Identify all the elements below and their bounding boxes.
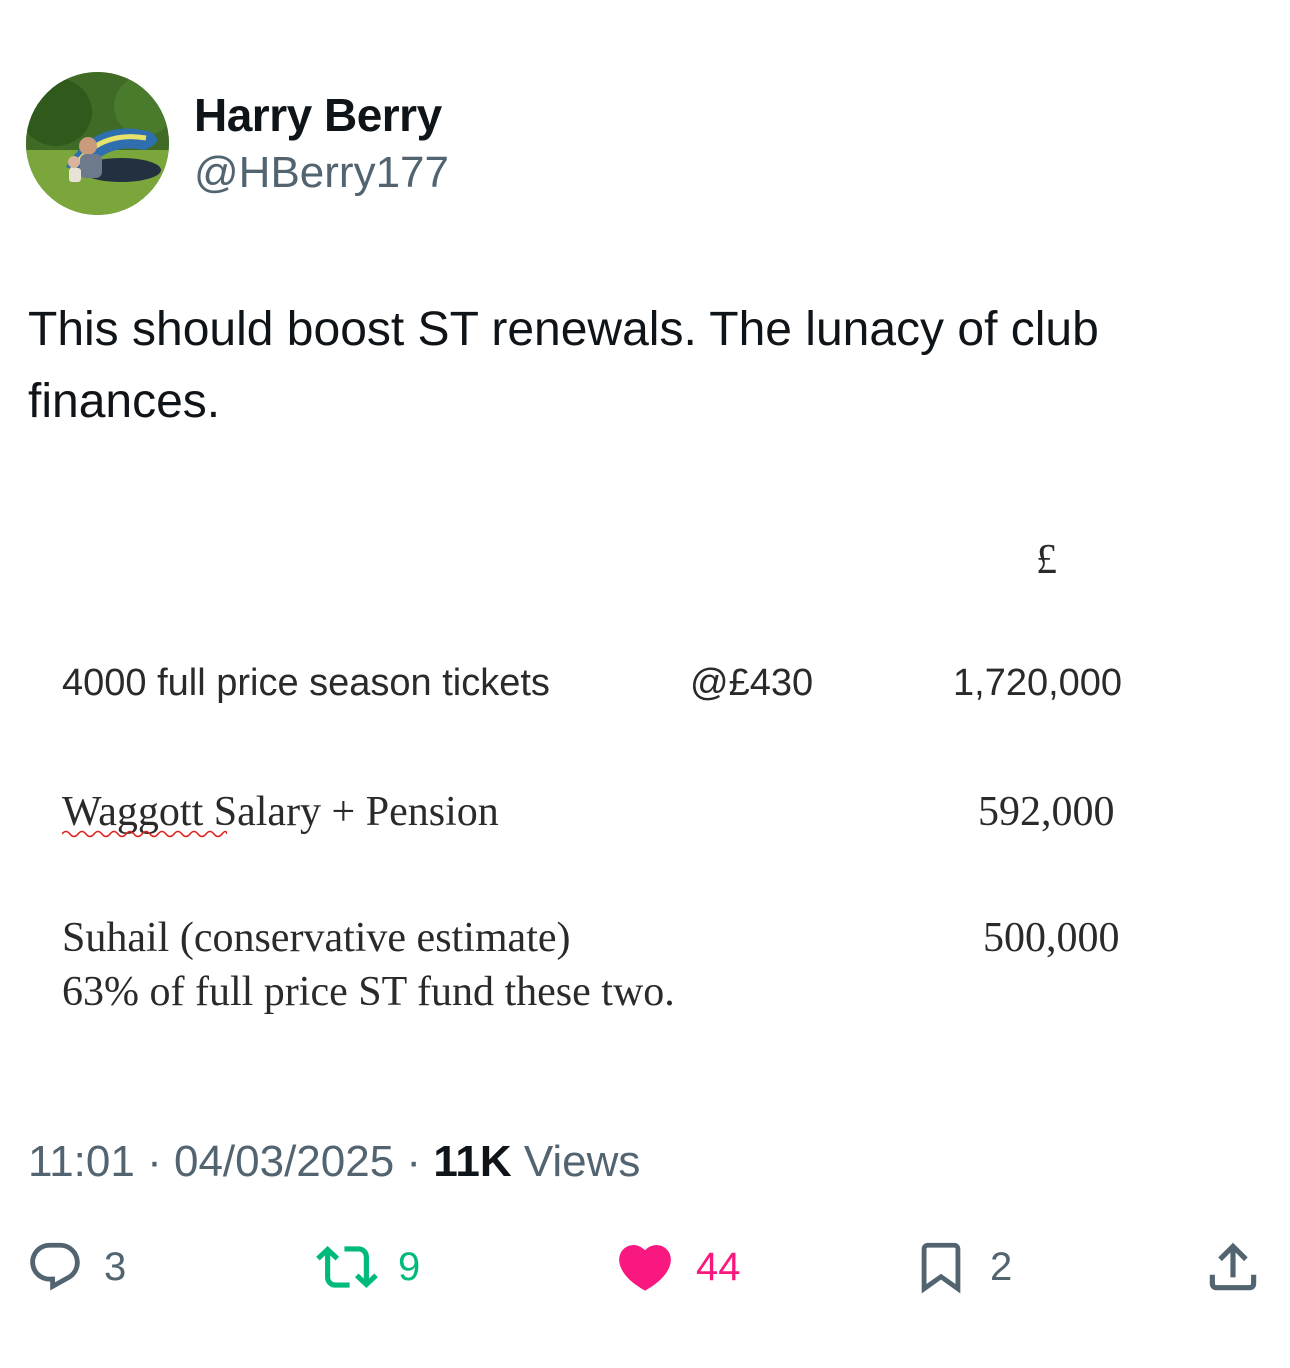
row-note: 63% of full price ST fund these two.	[62, 969, 675, 1015]
bookmark-button[interactable]: 2	[912, 1232, 1012, 1302]
reply-icon	[30, 1242, 80, 1291]
share-button[interactable]	[1202, 1232, 1264, 1302]
row-value: 500,000	[983, 915, 1120, 961]
row-label: 4000 full price season tickets	[62, 662, 550, 704]
like-count: 44	[696, 1244, 741, 1289]
separator: ·	[147, 1137, 162, 1186]
like-button[interactable]: 44	[614, 1232, 741, 1302]
author-handle[interactable]: @HBerry177	[194, 148, 449, 198]
tweet-time[interactable]: 11:01	[28, 1137, 135, 1186]
retweet-icon	[316, 1246, 378, 1288]
reply-button[interactable]: 3	[26, 1232, 126, 1302]
views-label: Views	[523, 1137, 641, 1186]
row-label: Suhail (conservative estimate)	[62, 915, 571, 961]
avatar-photo	[26, 72, 169, 215]
author-name[interactable]: Harry Berry	[194, 88, 442, 142]
row-value: 592,000	[978, 789, 1115, 835]
row-value: 1,720,000	[953, 662, 1123, 704]
separator: ·	[406, 1137, 422, 1186]
attached-image[interactable]: £ 4000 full price season tickets @£430 1…	[0, 500, 1290, 1060]
tweet-date[interactable]: 04/03/2025	[174, 1137, 394, 1186]
bookmark-count: 2	[990, 1244, 1013, 1289]
action-bar: 3 9 44 2	[0, 1232, 1290, 1302]
avatar[interactable]	[26, 72, 169, 215]
spellcheck-underline	[62, 830, 227, 838]
currency-header: £	[1036, 537, 1057, 583]
bookmark-icon	[921, 1242, 961, 1294]
retweet-count: 9	[398, 1244, 421, 1289]
views-count: 11K	[433, 1137, 512, 1186]
retweet-button[interactable]: 9	[316, 1232, 420, 1302]
heart-icon	[619, 1245, 671, 1291]
row-rate: @£430	[690, 662, 814, 704]
share-icon	[1209, 1242, 1257, 1291]
tweet-meta: 11:01 · 04/03/2025 · 11K Views	[28, 1137, 640, 1187]
tweet-text: This should boost ST renewals. The lunac…	[28, 303, 1099, 428]
reply-count: 3	[104, 1244, 127, 1289]
